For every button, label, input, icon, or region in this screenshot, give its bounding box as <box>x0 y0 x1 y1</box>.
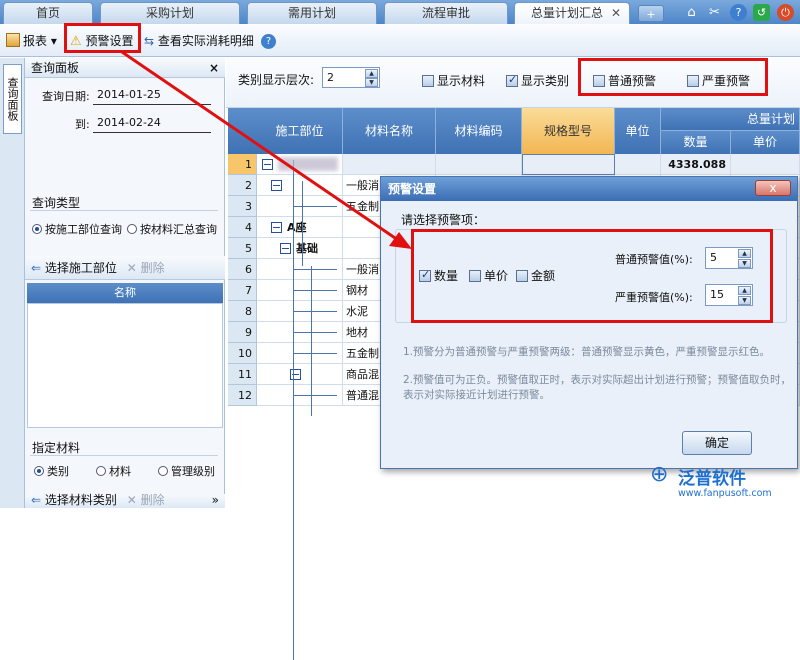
arrow-line <box>121 50 399 242</box>
watermark-url: www.fanpusoft.com <box>678 488 772 499</box>
watermark-brand: 泛普软件 <box>678 469 746 489</box>
annotation-arrow <box>121 50 412 249</box>
watermark-logo: ⊕ 泛普软件 www.fanpusoft.com <box>648 462 798 506</box>
logo-icon: ⊕ <box>650 462 669 487</box>
